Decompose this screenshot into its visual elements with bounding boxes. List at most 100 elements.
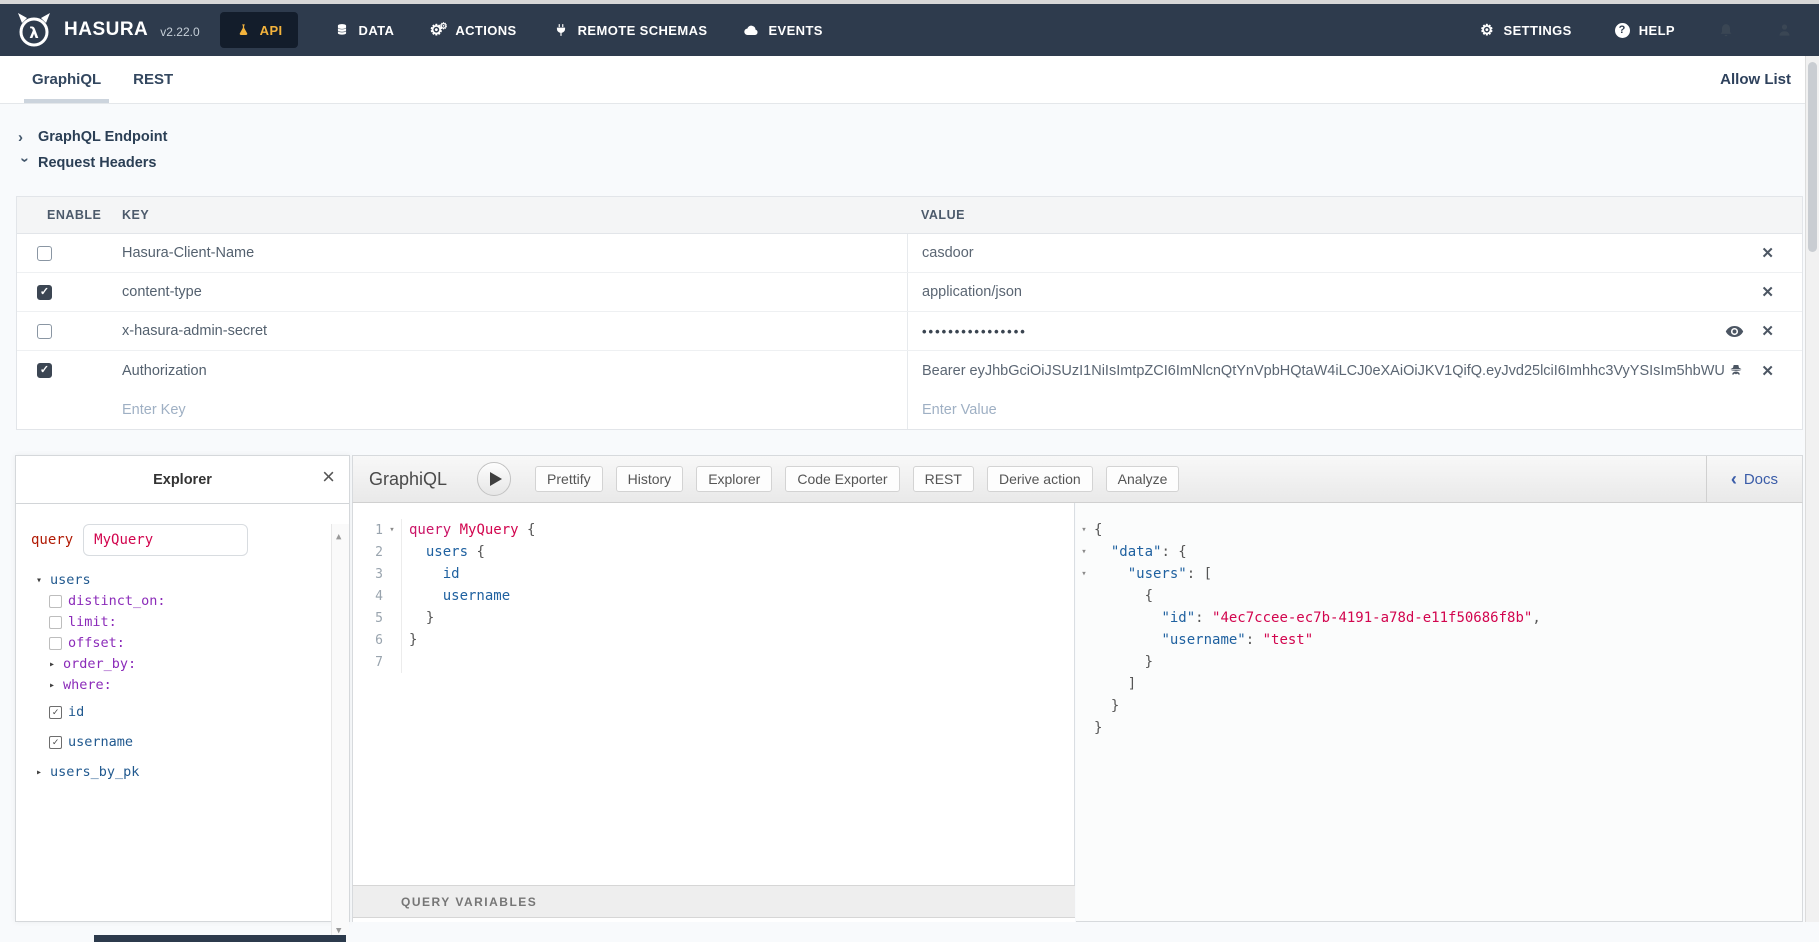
header-key-cell[interactable]: content-type (105, 284, 907, 300)
nav-item-data[interactable]: DATA (334, 22, 395, 38)
tree-item-users[interactable]: ▾users (36, 570, 349, 590)
chevron-down-icon: › (17, 157, 34, 171)
remove-row-icon[interactable]: ✕ (1761, 244, 1774, 262)
tree-item-offset[interactable]: offset: (49, 633, 349, 653)
header-value-cell[interactable]: Bearer eyJhbGciOiJSUzI1NiIsImtpZCI6ImNlc… (907, 351, 1802, 390)
explorer-scrollbar[interactable]: ▲ ▼ (331, 524, 349, 942)
tree-item-id[interactable]: ✓id (49, 702, 349, 722)
execute-query-button[interactable] (477, 462, 511, 496)
query-variables-editor[interactable] (352, 918, 1075, 922)
scrollbar-thumb[interactable] (1808, 62, 1817, 252)
tree-checkbox-unchecked[interactable] (49, 637, 62, 650)
table-header-row: ENABLE KEY VALUE (17, 197, 1802, 234)
header-key-cell[interactable]: Hasura-Client-Name (105, 245, 907, 261)
header-value-cell[interactable]: application/json✕ (907, 273, 1802, 311)
tree-item-order_by[interactable]: ▸order_by: (49, 654, 349, 674)
remove-row-icon[interactable]: ✕ (1761, 322, 1774, 340)
explorer-body: query ▾usersdistinct_on:limit:offset:▸or… (16, 524, 349, 942)
scroll-up-icon[interactable]: ▲ (336, 532, 341, 542)
code-text: username (402, 588, 510, 604)
table-row: x-hasura-admin-secret••••••••••••••••✕ (17, 312, 1802, 351)
explorer-header: Explorer × (16, 456, 349, 504)
line-number: 5 (353, 611, 383, 626)
section-request-headers[interactable]: › Request Headers (18, 150, 167, 176)
nav-item-actions[interactable]: ⚙⚙ACTIONS (430, 22, 516, 38)
tree-checkbox-checked[interactable]: ✓ (49, 706, 62, 719)
hasura-logo-icon[interactable]: λ (14, 10, 54, 50)
nav-item-help[interactable]: ?HELP (1614, 23, 1675, 38)
page-scrollbar[interactable] (1805, 56, 1819, 922)
tree-item-label: distinct_on: (68, 593, 166, 609)
chevron-left-icon: ‹ (1731, 469, 1737, 490)
tree-item-where[interactable]: ▸where: (49, 675, 349, 695)
code-line: 3 id (353, 563, 1074, 585)
tree-item-username[interactable]: ✓ username (49, 732, 349, 752)
tree-item-label: limit: (68, 614, 117, 630)
table-row: ✓ content-typeapplication/json✕ (17, 273, 1802, 312)
response-pane: ▾{▾ "data": {▾ "users": [ { "id": "4ec7c… (1076, 503, 1803, 922)
decode-jwt-icon[interactable] (1728, 363, 1744, 379)
nav-item-events[interactable]: EVENTS (743, 23, 822, 38)
nav-item-api[interactable]: API (220, 12, 298, 48)
checkbox-unchecked[interactable] (37, 246, 52, 261)
user-icon[interactable] (1776, 22, 1793, 38)
tree-item-distinct_on[interactable]: distinct_on: (49, 591, 349, 611)
tree-item-label: username (68, 734, 133, 750)
fold-arrow-icon[interactable]: ▾ (1076, 525, 1092, 535)
tree-checkbox-checked[interactable]: ✓ (49, 736, 62, 749)
tree-expanded-icon[interactable]: ▾ (36, 575, 50, 586)
header-value-cell[interactable]: casdoor✕ (907, 234, 1802, 272)
query-editor[interactable]: 1▾query MyQuery {2 users {3 id4 username… (352, 503, 1075, 885)
nav-item-remote-schemas[interactable]: REMOTE SCHEMAS (553, 22, 708, 38)
close-icon[interactable]: × (322, 466, 335, 488)
code-text: query MyQuery { (402, 522, 535, 538)
chevron-right-icon: › (18, 129, 38, 146)
tab-rest[interactable]: REST (133, 56, 173, 103)
tree-checkbox-unchecked[interactable] (49, 616, 62, 629)
tree-item-limit[interactable]: limit: (49, 612, 349, 632)
derive-action-button[interactable]: Derive action (987, 466, 1093, 492)
line-number: 6 (353, 633, 383, 648)
fold-arrow-icon[interactable]: ▾ (383, 525, 401, 535)
tree-collapsed-icon[interactable]: ▸ (49, 659, 63, 670)
header-key-cell[interactable]: Authorization (105, 363, 907, 379)
fold-arrow-icon[interactable]: ▾ (1076, 547, 1092, 557)
reveal-secret-icon[interactable] (1725, 325, 1744, 338)
code-line: } (1076, 651, 1802, 673)
code-text: id (402, 566, 460, 582)
bell-icon[interactable] (1717, 22, 1734, 39)
code-exporter-button[interactable]: Code Exporter (785, 466, 899, 492)
fold-arrow-icon[interactable]: ▾ (1076, 569, 1092, 579)
tree-collapsed-icon[interactable]: ▸ (49, 680, 63, 691)
header-value-cell[interactable]: ••••••••••••••••✕ (907, 312, 1802, 350)
analyze-button[interactable]: Analyze (1106, 466, 1180, 492)
gears-icon: ⚙⚙ (430, 22, 447, 38)
history-button[interactable]: History (616, 466, 684, 492)
line-number: 3 (353, 567, 383, 582)
query-variables-bar[interactable]: QUERY VARIABLES (352, 885, 1075, 918)
new-key-input[interactable]: Enter Key (105, 402, 907, 418)
nav-item-label: EVENTS (768, 23, 822, 38)
checkbox-checked[interactable]: ✓ (37, 363, 52, 378)
rest-button[interactable]: REST (913, 466, 974, 492)
docs-button[interactable]: ‹ Docs (1706, 456, 1802, 502)
tree-checkbox-unchecked[interactable] (49, 595, 62, 608)
header-key-cell[interactable]: x-hasura-admin-secret (105, 323, 907, 339)
tree-collapsed-icon[interactable]: ▸ (36, 767, 50, 778)
query-variables-title: QUERY VARIABLES (401, 895, 537, 909)
checkbox-unchecked[interactable] (37, 324, 52, 339)
prettify-button[interactable]: Prettify (535, 466, 603, 492)
operation-name-input[interactable] (83, 524, 248, 556)
header-value-text: casdoor (922, 245, 1761, 261)
tree-item-users_by_pk[interactable]: ▸users_by_pk (36, 762, 349, 782)
new-value-input[interactable]: Enter Value (907, 390, 1802, 429)
nav-item-settings[interactable]: ⚙SETTINGS (1479, 23, 1572, 38)
explorer-button[interactable]: Explorer (696, 466, 772, 492)
allow-list-link[interactable]: Allow List (1720, 71, 1791, 88)
nav-right: ⚙SETTINGS ?HELP (1479, 22, 1794, 39)
tab-graphiql[interactable]: GraphiQL (32, 56, 101, 103)
checkbox-checked[interactable]: ✓ (37, 285, 52, 300)
remove-row-icon[interactable]: ✕ (1761, 362, 1774, 380)
section-graphql-endpoint[interactable]: › GraphQL Endpoint (18, 124, 167, 150)
remove-row-icon[interactable]: ✕ (1761, 283, 1774, 301)
